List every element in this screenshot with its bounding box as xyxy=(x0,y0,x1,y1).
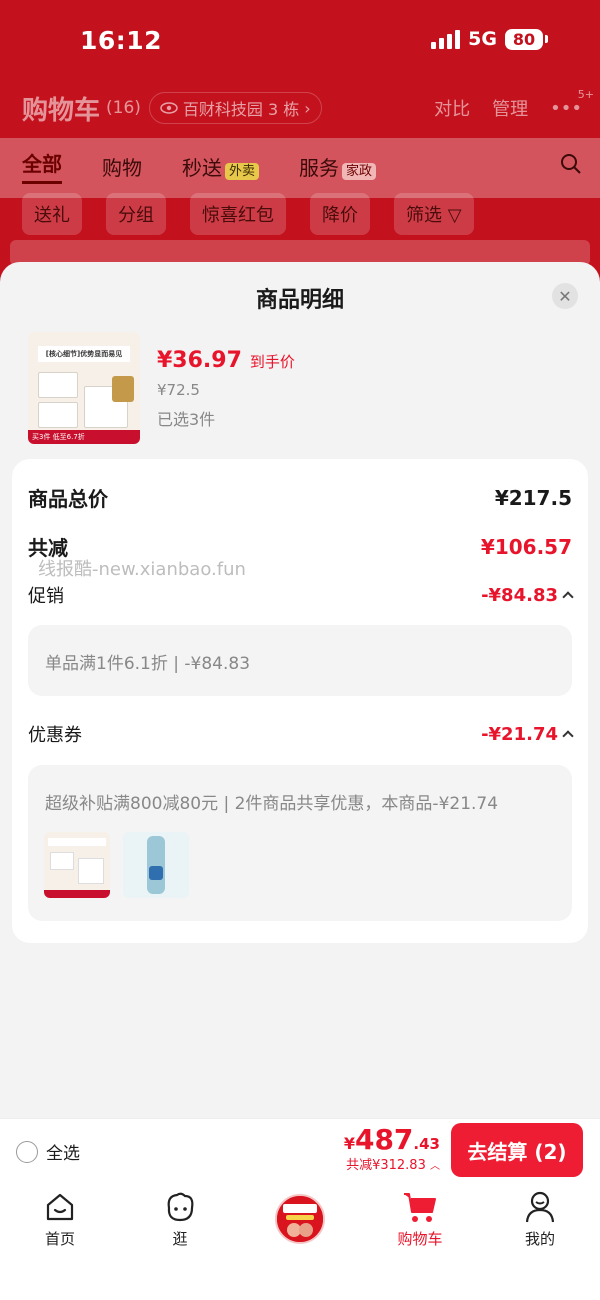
tab-shopping[interactable]: 购物 xyxy=(102,152,142,181)
coupon-row[interactable]: 优惠券 -¥21.74 xyxy=(28,721,574,747)
final-price: ¥36.97 xyxy=(157,348,242,373)
top-tabs: 全部 购物 秒送 外卖 服务 家政 xyxy=(22,148,582,184)
browse-face-icon xyxy=(140,1190,220,1224)
select-all[interactable]: 全选 xyxy=(16,1139,80,1164)
chevron-right-icon: › xyxy=(304,98,311,118)
promo-label: 促销 xyxy=(28,586,64,607)
chip-filter[interactable]: 筛选 ▽ xyxy=(394,193,474,235)
selected-count: 已选3件 xyxy=(157,410,216,429)
chevron-up-icon xyxy=(562,591,574,603)
status-bar: 16:12 5G 80 xyxy=(0,22,600,62)
tab-all[interactable]: 全部 xyxy=(22,148,62,184)
chip-redpacket[interactable]: 惊喜红包 xyxy=(190,193,286,235)
product-item: [核心细节]优势显而易见 买3件 低至6.7折 ¥36.97 到手价 ¥72.5… xyxy=(28,328,578,444)
search-icon[interactable] xyxy=(560,153,582,180)
chevron-up-icon: ︿ xyxy=(430,1161,440,1172)
user-icon xyxy=(500,1190,580,1224)
original-price: ¥72.5 xyxy=(157,381,200,399)
tab-cart[interactable]: 购物车 xyxy=(380,1190,460,1249)
promo-value: -¥84.83 xyxy=(481,584,558,606)
select-all-radio[interactable] xyxy=(16,1140,38,1163)
cart-header: 购物车 (16) 百财科技园 3 栋 › 对比 管理 ••• 5+ xyxy=(22,88,594,128)
checkout-button[interactable]: 去结算 (2) xyxy=(451,1123,583,1177)
select-all-label: 全选 xyxy=(46,1144,80,1164)
tab-cart-label: 购物车 xyxy=(397,1230,443,1248)
tab-mine[interactable]: 我的 xyxy=(500,1190,580,1249)
coupon-product-thumb-2[interactable] xyxy=(123,832,189,898)
cart-count: (16) xyxy=(106,98,141,118)
tab-browse-label: 逛 xyxy=(172,1230,188,1248)
tab-home[interactable]: 首页 xyxy=(20,1190,100,1249)
home-icon xyxy=(20,1190,100,1224)
chip-filter-label: 筛选 xyxy=(406,205,442,226)
coupon-detail-box: 超级补贴满800减80元 | 2件商品共享优惠，本商品-¥21.74 xyxy=(28,765,572,921)
header-actions: 对比 管理 ••• 5+ xyxy=(434,88,594,121)
promo-center-button[interactable] xyxy=(275,1194,325,1244)
discount-value: ¥106.57 xyxy=(480,534,572,559)
product-detail-sheet: 商品明细 ✕ [核心细节]优势显而易见 买3件 低至6.7折 ¥36.97 到手… xyxy=(0,262,600,1118)
more-icon[interactable]: ••• 5+ xyxy=(550,88,594,119)
product-info: ¥36.97 到手价 ¥72.5 已选3件 xyxy=(157,348,295,430)
product-image[interactable]: [核心细节]优势显而易见 买3件 低至6.7折 xyxy=(28,332,140,444)
promo-detail-box: 单品满1件6.1折 | -¥84.83 xyxy=(28,625,572,696)
total-value: ¥217.5 xyxy=(494,485,572,510)
filter-chips: 送礼 分组 惊喜红包 降价 筛选 ▽ xyxy=(22,193,474,235)
tab-home-label: 首页 xyxy=(44,1230,75,1248)
tab-instant[interactable]: 秒送 外卖 xyxy=(182,152,260,181)
product-image-promo: 买3件 低至6.7折 xyxy=(28,430,140,444)
tab-service-badge: 家政 xyxy=(342,162,377,180)
watermark: 线报酷-new.xianbao.fun xyxy=(38,559,246,580)
cart-icon xyxy=(380,1190,460,1224)
tab-instant-label: 秒送 xyxy=(182,155,222,180)
promo-avatar-icon xyxy=(277,1196,323,1242)
promo-row[interactable]: 促销 -¥84.83 xyxy=(28,582,574,608)
location-label: 百财科技园 3 栋 xyxy=(182,100,300,119)
manage-button[interactable]: 管理 xyxy=(492,95,528,121)
total-discount[interactable]: 共减¥312.83 ︿ xyxy=(344,1154,440,1173)
final-price-tag: 到手价 xyxy=(249,353,295,371)
tab-service-label: 服务 xyxy=(299,155,340,180)
tab-browse[interactable]: 逛 xyxy=(140,1190,220,1249)
eye-icon xyxy=(160,102,178,114)
tab-service[interactable]: 服务 家政 xyxy=(299,152,377,181)
coupon-label: 优惠券 xyxy=(28,725,82,746)
product-image-caption: [核心细节]优势显而易见 xyxy=(38,346,130,362)
total-discount-label: 共减¥312.83 xyxy=(346,1158,426,1173)
signal-icon xyxy=(431,29,461,49)
tab-instant-badge: 外卖 xyxy=(225,162,260,180)
close-button[interactable]: ✕ xyxy=(552,283,578,309)
bottom-tabbar: 首页 逛 购物车 我的 xyxy=(0,1182,600,1300)
more-badge: 5+ xyxy=(577,87,594,101)
chip-price-drop[interactable]: 降价 xyxy=(310,193,370,235)
promo-detail: 单品满1件6.1折 | -¥84.83 xyxy=(45,654,251,674)
total-currency: ¥ xyxy=(343,1134,355,1153)
checkout-bar: 全选 ¥ 487 .43 共减¥312.83 ︿ 去结算 (2) xyxy=(0,1118,600,1182)
compare-button[interactable]: 对比 xyxy=(434,95,470,121)
cart-title: 购物车 xyxy=(22,95,101,126)
network-label: 5G xyxy=(468,28,497,50)
coupon-detail: 超级补贴满800减80元 | 2件商品共享优惠，本商品-¥21.74 xyxy=(45,794,499,814)
status-time: 16:12 xyxy=(80,26,163,55)
total-label: 商品总价 xyxy=(28,487,108,511)
funnel-icon: ▽ xyxy=(447,205,462,226)
location-pill[interactable]: 百财科技园 3 栋 › xyxy=(148,92,322,124)
total-integer: 487 xyxy=(354,1123,414,1156)
price-summary-card: 商品总价 ¥217.5 共减 ¥106.57 线报酷-new.xianbao.f… xyxy=(12,459,588,943)
chip-gift[interactable]: 送礼 xyxy=(22,193,82,235)
sheet-title: 商品明细 xyxy=(255,288,344,313)
total-decimal: .43 xyxy=(413,1135,440,1153)
chevron-up-icon xyxy=(562,730,574,742)
coupon-product-thumb-1[interactable] xyxy=(44,832,110,898)
status-indicators: 5G 80 xyxy=(431,28,548,50)
battery-icon: 80 xyxy=(505,28,548,50)
total-row: 商品总价 ¥217.5 xyxy=(28,483,572,512)
coupon-value: -¥21.74 xyxy=(481,723,558,745)
close-icon: ✕ xyxy=(558,286,572,306)
total-block: ¥ 487 .43 共减¥312.83 ︿ xyxy=(344,1123,440,1173)
battery-level: 80 xyxy=(505,28,543,50)
chip-group[interactable]: 分组 xyxy=(106,193,166,235)
tab-mine-label: 我的 xyxy=(524,1230,555,1248)
